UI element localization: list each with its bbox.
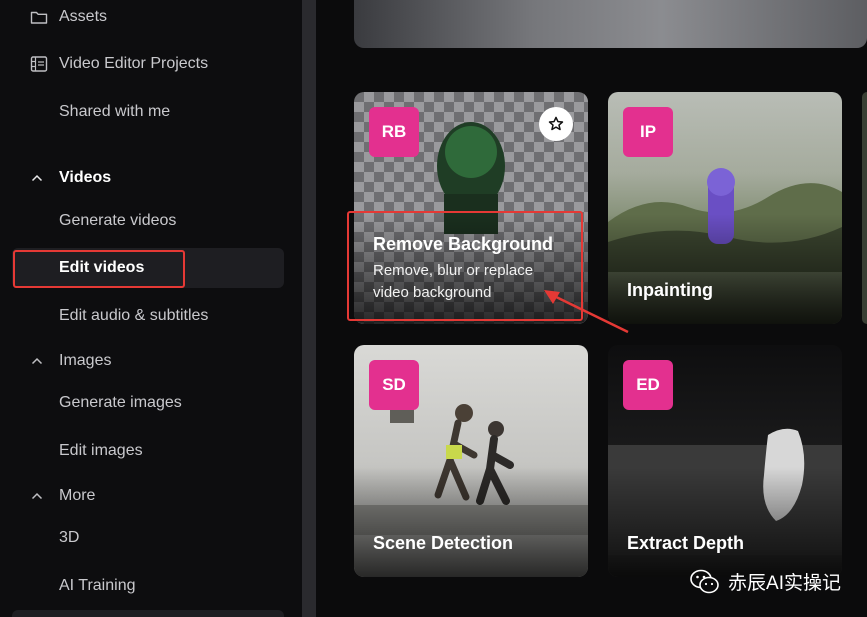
- card-badge: RB: [369, 107, 419, 157]
- section-label: Images: [59, 352, 112, 369]
- sidebar-item-label: Edit audio & subtitles: [59, 307, 209, 324]
- sidebar-item-label: Video Editor Projects: [59, 55, 209, 72]
- sidebar: Assets Video Editor Projects Shared with…: [0, 0, 302, 617]
- film-icon: [30, 55, 48, 73]
- section-videos[interactable]: Videos: [12, 161, 284, 195]
- card-badge: ED: [623, 360, 673, 410]
- sidebar-item-label: Edit images: [59, 442, 143, 459]
- sidebar-item-video-editor-projects[interactable]: Video Editor Projects: [12, 44, 284, 84]
- main-content: RB Remove Background Remove, blur or rep…: [316, 0, 867, 617]
- sidebar-item-label: Assets: [59, 8, 108, 25]
- sidebar-item-generate-videos[interactable]: Generate videos: [12, 201, 284, 241]
- sidebar-item-label: Generate images: [59, 394, 182, 411]
- tool-card-extract-depth[interactable]: ED Extract Depth: [608, 345, 842, 577]
- sidebar-item-assets[interactable]: Assets: [12, 0, 284, 37]
- sidebar-item-shared-with-me[interactable]: Shared with me: [12, 92, 284, 132]
- sidebar-item-edit-images[interactable]: Edit images: [12, 431, 284, 471]
- card-title: Inpainting: [627, 280, 713, 300]
- folder-icon: [30, 8, 48, 26]
- card-title: Extract Depth: [627, 533, 745, 553]
- sidebar-item-label: Generate videos: [59, 212, 177, 229]
- section-more[interactable]: More: [12, 479, 284, 513]
- annotation-arrow-icon: [544, 290, 629, 334]
- wechat-icon: [690, 569, 719, 593]
- card-shade: [608, 214, 842, 324]
- tool-card-scene-detection[interactable]: SD Scene Detection: [354, 345, 588, 577]
- annotation-highlight-edit-videos: [13, 250, 185, 288]
- top-banner-thumbnail: [354, 0, 867, 48]
- chevron-up-icon: [30, 489, 44, 503]
- sidebar-item-label: 3D: [59, 529, 80, 546]
- sidebar-item-edit-audio-subtitles[interactable]: Edit audio & subtitles: [12, 296, 284, 336]
- tool-card-inpainting[interactable]: IP Inpainting: [608, 92, 842, 324]
- card-shade: [354, 467, 588, 577]
- star-icon[interactable]: [539, 107, 573, 141]
- sidebar-item-label: AI Training: [59, 577, 136, 594]
- tool-card-partial[interactable]: [862, 92, 867, 324]
- sidebar-item-generate-images[interactable]: Generate images: [12, 383, 284, 423]
- sidebar-item-3d[interactable]: 3D: [12, 518, 284, 558]
- sidebar-scrollbar[interactable]: [302, 0, 316, 617]
- section-label: Videos: [59, 169, 112, 186]
- sidebar-next-item-edge: [12, 610, 284, 617]
- card-badge: IP: [623, 107, 673, 157]
- section-images[interactable]: Images: [12, 344, 284, 378]
- card-shade: [608, 467, 842, 577]
- card-title: Scene Detection: [373, 533, 514, 553]
- chevron-up-icon: [30, 354, 44, 368]
- chevron-up-icon: [30, 171, 44, 185]
- section-label: More: [59, 487, 96, 504]
- sidebar-item-ai-training[interactable]: AI Training: [12, 566, 284, 606]
- card-badge: SD: [369, 360, 419, 410]
- watermark: 赤辰AI实操记: [690, 568, 841, 595]
- watermark-text: 赤辰AI实操记: [728, 573, 841, 594]
- sidebar-item-label: Shared with me: [59, 103, 171, 120]
